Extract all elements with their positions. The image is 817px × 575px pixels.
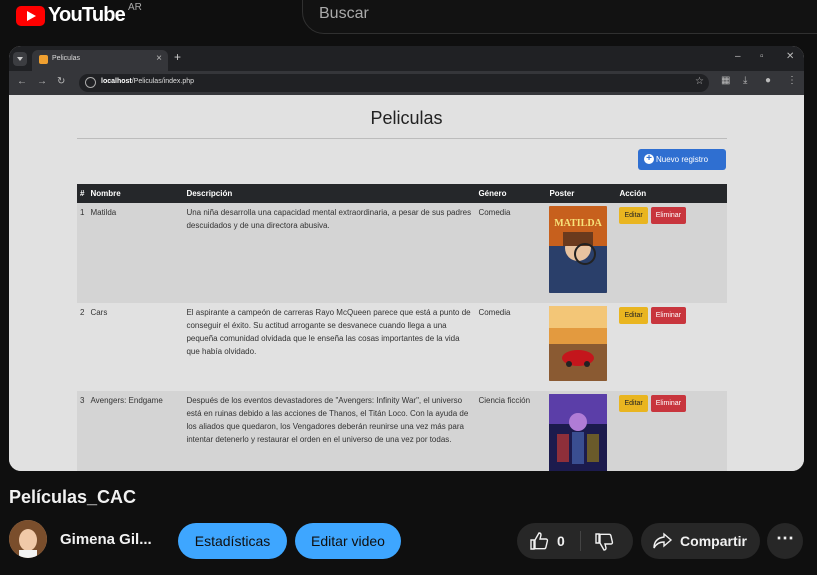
country-code: AR <box>128 2 142 13</box>
address-bar: localhost/Peliculas/index.php ☆ <box>79 74 709 92</box>
row-name: Matilda <box>87 203 184 303</box>
delete-button: Eliminar <box>650 395 687 412</box>
tab-search-icon <box>13 52 27 66</box>
row-actions: Editar Eliminar <box>616 391 727 471</box>
favicon-icon <box>39 55 48 64</box>
new-tab-icon: + <box>174 50 182 64</box>
back-icon: ← <box>17 76 27 87</box>
row-poster <box>546 303 617 391</box>
row-description: Después de los eventos devastadores de "… <box>183 391 476 471</box>
browser-tab-title: Peliculas <box>52 55 81 62</box>
row-actions: Editar Eliminar <box>616 203 727 303</box>
browser-tab: Peliculas × <box>32 50 168 71</box>
table-row: 1 Matilda Una niña desarrolla una capaci… <box>77 203 727 303</box>
site-info-icon <box>85 77 96 88</box>
edit-button: Editar <box>619 395 648 412</box>
restore-icon: ▫ <box>760 51 764 62</box>
row-description: El aspirante a campeón de carreras Rayo … <box>183 303 476 391</box>
svg-text:MATILDA: MATILDA <box>555 218 603 229</box>
avatar-image <box>9 520 47 558</box>
bookmark-star-icon: ☆ <box>695 76 704 87</box>
share-icon <box>653 532 673 549</box>
edit-button: Editar <box>619 207 648 224</box>
row-poster <box>546 391 617 471</box>
profile-icon: ● <box>765 75 772 86</box>
row-name: Avengers: Endgame <box>87 391 184 471</box>
video-player[interactable]: Peliculas × + – ▫ ✕ ← → ↻ localhost/Peli… <box>9 46 804 471</box>
row-name: Cars <box>87 303 184 391</box>
logo-text: YouTube <box>48 4 126 26</box>
row-poster: MATILDA <box>546 203 617 303</box>
delete-button: Eliminar <box>650 307 687 324</box>
matilda-poster-image: MATILDA <box>549 206 608 293</box>
row-actions: Editar Eliminar <box>616 303 727 391</box>
row-genre: Comedia <box>475 303 547 391</box>
cars-poster-image <box>549 306 608 381</box>
table-row: 2 Cars El aspirante a campeón de carrera… <box>77 303 727 391</box>
window-close-icon: ✕ <box>786 51 795 62</box>
like-dislike-group: 0 <box>517 523 633 559</box>
download-icon: ⤓ <box>743 75 748 86</box>
table-row: 3 Avengers: Endgame Después de los event… <box>77 391 727 471</box>
delete-button: Eliminar <box>650 207 687 224</box>
browser-toolbar: ← → ↻ localhost/Peliculas/index.php ☆ ▦ … <box>9 71 804 95</box>
reload-icon: ↻ <box>57 76 66 87</box>
row-description: Una niña desarrolla una capacidad mental… <box>183 203 476 303</box>
browser-tab-strip: Peliculas × + – ▫ ✕ <box>9 46 804 71</box>
edit-video-button[interactable]: Editar video <box>295 523 401 559</box>
minimize-icon: – <box>735 51 741 62</box>
row-id: 3 <box>77 391 88 471</box>
row-id: 2 <box>77 303 88 391</box>
forward-icon: → <box>37 76 47 87</box>
row-id: 1 <box>77 203 88 303</box>
like-divider <box>580 531 581 551</box>
dislike-icon[interactable] <box>594 532 614 552</box>
row-genre: Comedia <box>475 203 547 303</box>
page-title: Peliculas <box>370 108 443 128</box>
col-description: Descripción <box>183 184 476 203</box>
col-poster: Poster <box>546 184 617 203</box>
search-placeholder: Buscar <box>319 5 369 22</box>
close-tab-icon: × <box>156 53 162 64</box>
url-text: localhost/Peliculas/index.php <box>101 78 194 85</box>
share-label: Compartir <box>680 533 747 549</box>
col-id: # <box>77 184 88 203</box>
like-count: 0 <box>557 533 565 549</box>
like-icon[interactable] <box>529 531 549 551</box>
web-page: Peliculas Nuevo registro # Nombre Descri… <box>9 95 804 471</box>
search-input[interactable]: Buscar <box>302 0 817 34</box>
col-genre: Género <box>475 184 547 203</box>
channel-avatar[interactable] <box>9 520 47 558</box>
stats-button[interactable]: Estadísticas <box>178 523 287 559</box>
col-action: Acción <box>616 184 727 203</box>
more-actions-icon[interactable]: ⋯ <box>767 523 803 559</box>
browser-menu-icon: ⋮ <box>787 75 797 86</box>
channel-name[interactable]: Gimena Gil... <box>60 531 152 548</box>
youtube-logo[interactable]: YouTube AR <box>16 2 142 27</box>
extension-icon: ▦ <box>721 75 731 86</box>
avengers-poster-image <box>549 394 608 471</box>
row-genre: Ciencia ficción <box>475 391 547 471</box>
new-record-button: Nuevo registro <box>638 149 726 170</box>
edit-button: Editar <box>619 307 648 324</box>
divider <box>77 138 727 139</box>
films-table: # Nombre Descripción Género Poster Acció… <box>77 184 727 471</box>
share-button[interactable]: Compartir <box>641 523 760 559</box>
col-name: Nombre <box>87 184 184 203</box>
video-title: Películas_CAC <box>9 487 137 507</box>
youtube-play-icon <box>16 5 45 26</box>
masthead: YouTube AR Buscar <box>0 0 817 42</box>
